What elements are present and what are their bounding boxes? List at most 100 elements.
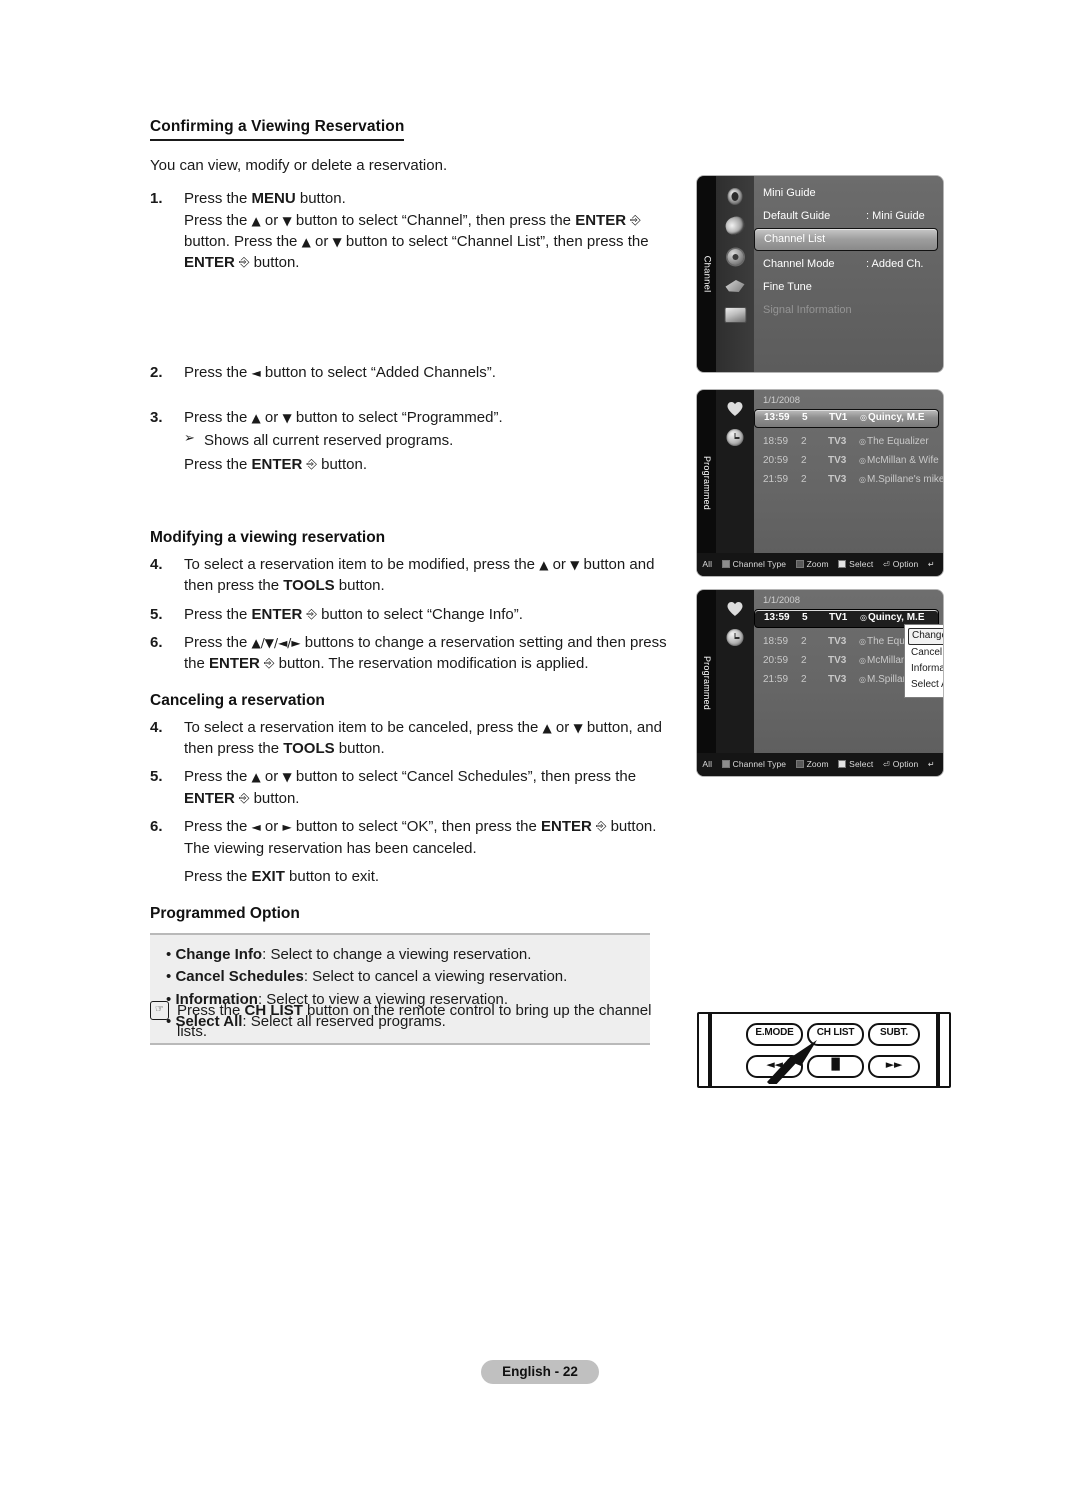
tools-key-icon: ⏎ (882, 560, 890, 569)
menu-item-mini-guide[interactable]: Mini Guide (754, 182, 943, 205)
menu-item-channel-list[interactable]: Channel List (754, 228, 938, 251)
row-time: 21:59 (763, 674, 789, 685)
ch-list-note-text: Press the CH LIST button on the remote c… (177, 1000, 680, 1043)
screen-icon[interactable] (724, 304, 747, 323)
row-time: 20:59 (763, 455, 789, 466)
cancel-exit-line: Press the EXIT button to exit. (150, 866, 680, 887)
row-channel-no: 2 (801, 636, 807, 647)
list-tab-programmed-2-label: Programmed (701, 655, 712, 711)
rewind-button[interactable]: ◄◄ (746, 1055, 803, 1078)
menu-item-default-guide[interactable]: Default Guide : Mini Guide (754, 205, 943, 228)
cancel-step-5: 5. Press the ▲ or ▼ button to select “Ca… (150, 766, 680, 809)
menu-item-channel-mode[interactable]: Channel Mode : Added Ch. (754, 253, 943, 276)
modify-s6-post: button. The reservation modification is … (274, 655, 589, 673)
row-channel-name: TV3 (828, 436, 847, 447)
red-key-icon (721, 560, 730, 569)
cancel-step-6-body: Press the ◄ or ► button to select “OK”, … (184, 816, 680, 859)
picture-icon[interactable] (725, 187, 746, 206)
timer-clock-icon[interactable] (725, 628, 746, 647)
step-3-note-text: Shows all current reserved programs. (204, 432, 454, 450)
popup-item-select-all[interactable]: Select All (905, 677, 943, 693)
step-1-body: Press the MENU button. Press the ▲ or ▼ … (184, 188, 680, 274)
reserved-dot-icon: ◎ (859, 637, 866, 646)
enter-keyword-4: ENTER (251, 605, 303, 623)
remote-control-diagram: E.MODE CH LIST SUBT. ◄◄ ▐▌ ►► (697, 1012, 951, 1088)
step-1-line2-pre: Press the (184, 211, 252, 229)
enter-icon-5: ⎆ (264, 656, 275, 672)
enter-keyword-6: ENTER (184, 789, 235, 807)
step-1-line4-post: button. (249, 254, 300, 272)
step-1-line3-pre: button. Press the (184, 233, 302, 250)
forward-button[interactable]: ►► (868, 1055, 920, 1078)
modify-s6-pre: Press the (184, 634, 252, 652)
menu-keyword: MENU (251, 190, 296, 208)
table-row[interactable]: 18:59 2 TV3 ◎ The Equalizer (754, 432, 943, 451)
ch-list-button[interactable]: CH LIST (807, 1023, 864, 1046)
row-program: Quincy, M.E (868, 412, 925, 423)
programmed-option-heading: Programmed Option (150, 905, 300, 923)
enter-key-icon: ↵ (927, 560, 935, 569)
popup-item-cancel-schedules[interactable]: Cancel Schedules (905, 645, 943, 661)
note-hand-icon: ☞ (150, 1000, 177, 1043)
input-plug-icon[interactable] (725, 276, 746, 295)
enter-icon-7: ⎆ (596, 819, 607, 835)
row-time: 13:59 (764, 612, 790, 623)
subt-button[interactable]: SUBT. (868, 1023, 920, 1046)
step-1-line1-post: button. (295, 190, 346, 208)
row-program: The Equalizer (867, 436, 929, 447)
option-desc-2: : Select to cancel a viewing reservation… (303, 968, 568, 986)
option-item-cancel-schedules: • Cancel Schedules: Select to cancel a v… (166, 966, 634, 988)
modify-step-5-number: 5. (150, 605, 163, 623)
enter-icon-6: ⎆ (239, 790, 250, 806)
reserved-dot-icon: ◎ (859, 456, 866, 465)
popup-item-information[interactable]: Information (905, 661, 943, 677)
table-row[interactable]: 13:59 5 TV1 ◎ Quincy, M.E (754, 409, 939, 428)
reserved-dot-icon: ◎ (860, 613, 867, 622)
enter-icon-3: ⎆ (306, 456, 317, 472)
menu-item-default-guide-value: : Mini Guide (866, 210, 925, 222)
up-arrow-icon-2: ▲ (301, 235, 311, 249)
cancel-s5-post: button. (249, 789, 300, 807)
step-2-number: 2. (150, 363, 163, 381)
cancel-s5-or: or (260, 768, 283, 786)
exit-keyword: EXIT (251, 867, 285, 885)
bar-zoom-label: Zoom (806, 759, 829, 769)
bar-option-label: Option (892, 559, 919, 569)
down-arrow-icon-3: ▼ (282, 411, 292, 426)
up-arrow-icon-5: ▲ (542, 720, 552, 735)
list-date-2: 1/1/2008 (763, 595, 800, 606)
favorites-heart-icon[interactable] (725, 600, 746, 619)
bar-option-label: Option (892, 759, 919, 769)
pause-button[interactable]: ▐▌ (807, 1055, 864, 1078)
modify-s5-post: button to select “Change Info”. (316, 605, 523, 623)
enter-icon-2: ⎆ (239, 255, 250, 271)
setup-gear-icon[interactable] (725, 247, 746, 266)
reserved-dot-icon: ◎ (860, 413, 867, 422)
exit-post: button to exit. (284, 867, 380, 885)
favorites-heart-icon[interactable] (725, 400, 746, 419)
step-3-pre: Press the (184, 409, 252, 427)
popup-item-change-info[interactable]: Change Info (908, 628, 943, 645)
cancel-s5-mid: button to select “Cancel Schedules”, the… (291, 768, 637, 786)
up-arrow-icon: ▲ (251, 213, 261, 228)
bar-select-label: Select (849, 559, 874, 569)
timer-clock-icon[interactable] (725, 428, 746, 447)
channel-dish-icon[interactable] (723, 214, 747, 237)
enter-keyword-2: ENTER (184, 254, 235, 272)
table-row[interactable]: 21:59 2 TV3 ◎ M.Spillane's mike Hammer (754, 470, 943, 489)
menu-item-fine-tune-label: Fine Tune (763, 281, 812, 293)
down-arrow-icon: ▼ (282, 213, 292, 228)
row-channel-no: 2 (801, 474, 807, 485)
page-title: Confirming a Viewing Reservation (150, 118, 405, 141)
step-1: 1. Press the MENU button. Press the ▲ or… (150, 188, 680, 274)
menu-item-channel-mode-value: : Added Ch. (866, 258, 924, 270)
step-2-pre: Press the (184, 363, 252, 381)
table-row[interactable]: 20:59 2 TV3 ◎ McMillan & Wife (754, 451, 943, 470)
cancel-s4-pre: To select a reservation item to be cance… (184, 718, 543, 736)
e-mode-button[interactable]: E.MODE (746, 1023, 803, 1046)
menu-item-fine-tune[interactable]: Fine Tune (754, 276, 943, 299)
tv-screenshot-programmed-list: Programmed 1/1/2008 13:59 5 TV1 ◎ Quincy… (697, 390, 943, 576)
step-1-or-b: or (310, 233, 333, 250)
option-term-1: Change Info (175, 946, 263, 964)
reserved-dot-icon: ◎ (859, 475, 866, 484)
